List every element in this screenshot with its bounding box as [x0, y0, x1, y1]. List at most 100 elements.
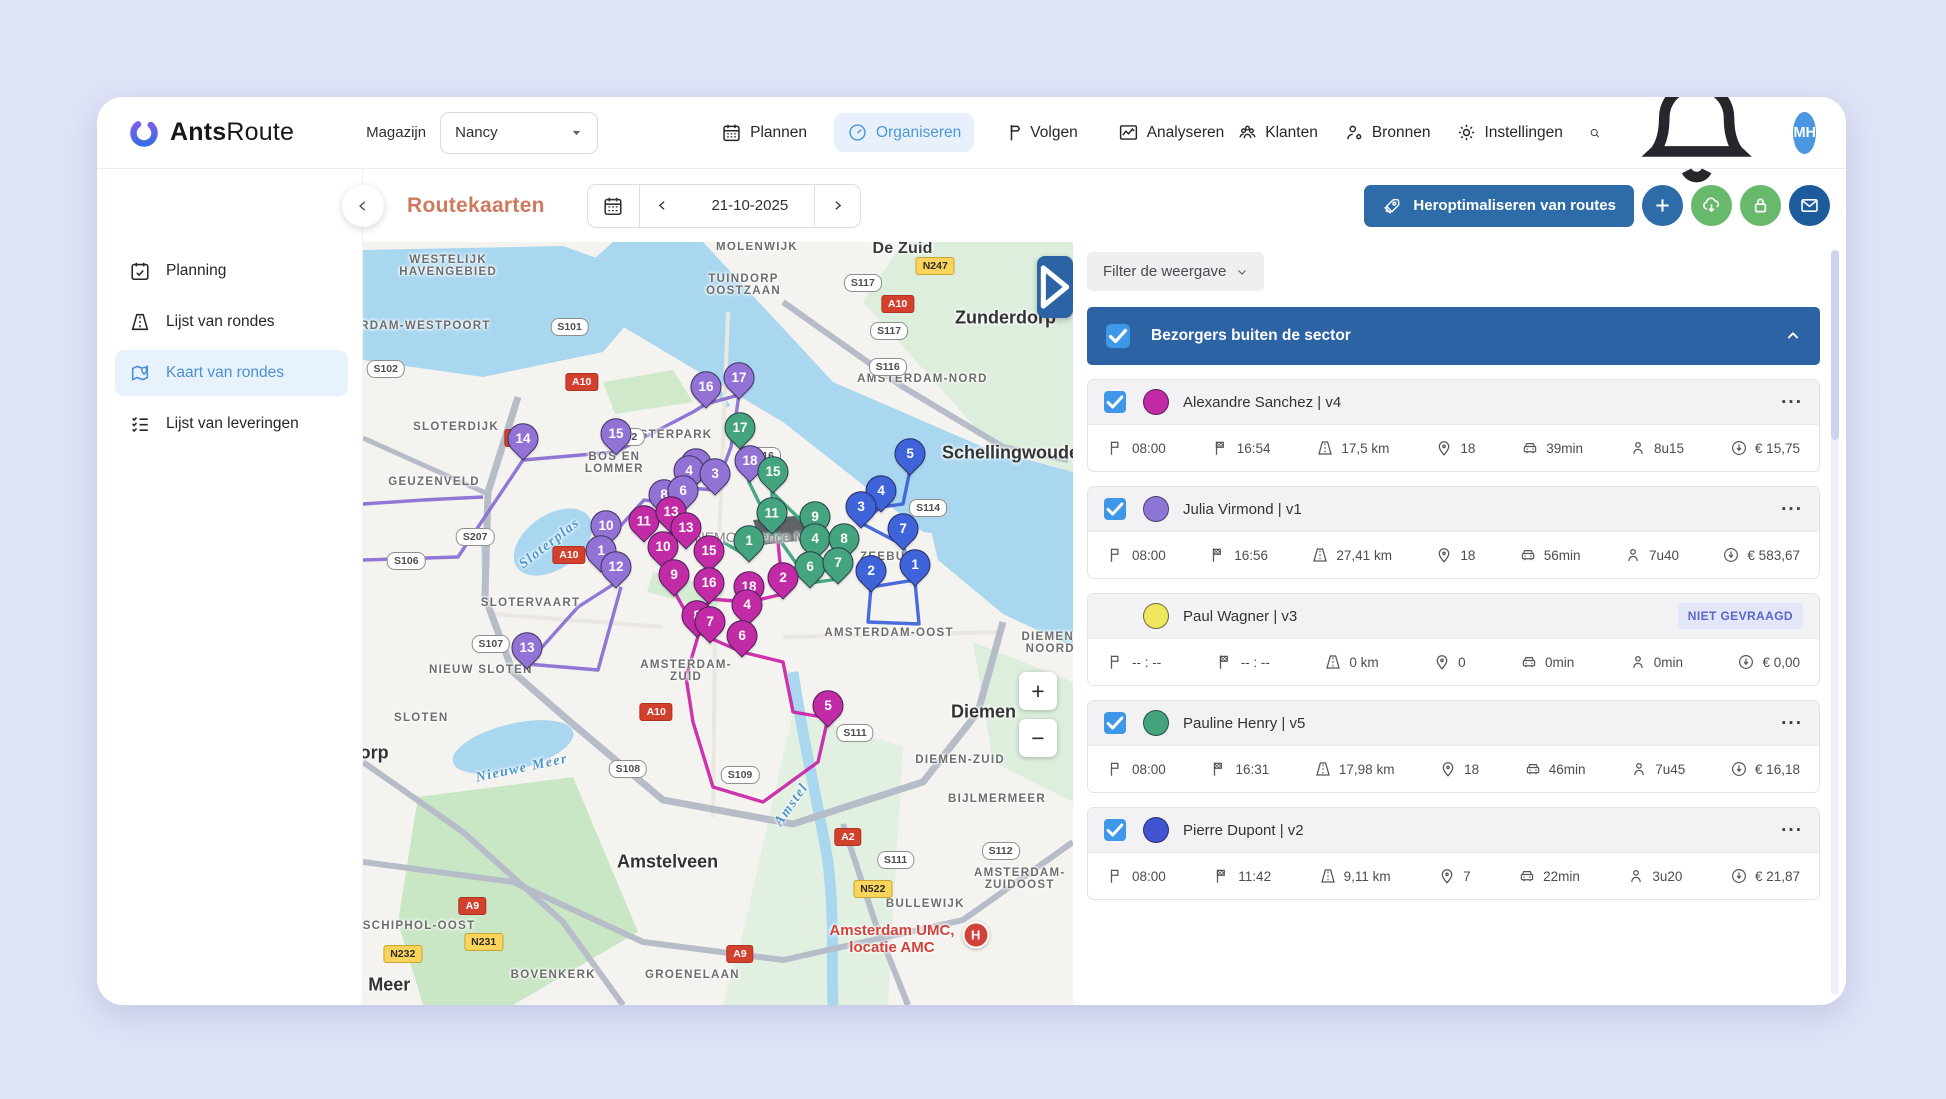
panel-scrollbar — [1831, 250, 1839, 995]
download-routes-button[interactable] — [1691, 185, 1732, 226]
top-navigation-bar: AntsRoute Magazijn Nancy Plannen Organise… — [97, 97, 1846, 183]
marker-number: 6 — [678, 483, 687, 499]
stops-icon — [1435, 546, 1453, 564]
people-icon — [1237, 122, 1258, 143]
cost-icon — [1737, 653, 1755, 671]
marker-number: 4 — [811, 531, 820, 547]
marker-number: 4 — [743, 597, 751, 613]
cloud-download-icon — [1701, 195, 1722, 216]
current-date[interactable]: 21-10-2025 — [686, 185, 814, 227]
nav-item-instellingen[interactable]: Instellingen — [1456, 122, 1563, 143]
driver-menu-button[interactable]: ... — [1781, 709, 1803, 728]
reoptimize-label: Heroptimaliseren van routes — [1413, 197, 1616, 214]
driver-checkbox[interactable] — [1104, 498, 1126, 520]
stat-start-flag: 08:00 — [1107, 867, 1166, 885]
marker-number: 9 — [670, 567, 678, 583]
stat-work-time: 7u40 — [1624, 546, 1679, 564]
tab-analyseren[interactable]: Analyseren — [1105, 113, 1238, 152]
previous-day-button[interactable] — [639, 184, 686, 227]
stat-drive-time: 46min — [1524, 760, 1586, 778]
stat-value: 0min — [1545, 654, 1575, 670]
gauge-icon — [847, 122, 868, 143]
work-time-icon — [1627, 867, 1645, 885]
search-icon[interactable] — [1589, 121, 1600, 145]
nav-item-klanten[interactable]: Klanten — [1237, 122, 1318, 143]
avatar[interactable]: MH — [1793, 111, 1816, 154]
chart-icon — [1118, 122, 1139, 143]
routes-map[interactable]: + − WESTELIJK HAVENGEBIED MOLENWIJK TUINDO… — [363, 242, 1073, 1005]
driver-checkbox[interactable] — [1104, 391, 1126, 413]
driver-checkbox[interactable] — [1104, 819, 1126, 841]
checklist-icon — [129, 413, 151, 435]
stat-start-flag: 08:00 — [1107, 760, 1166, 778]
filter-view-dropdown[interactable]: Filter de weergave — [1087, 252, 1265, 291]
tab-volgen[interactable]: Volgen — [988, 113, 1090, 152]
stat-stops: 18 — [1439, 760, 1479, 778]
nav-item-label: Bronnen — [1371, 123, 1431, 141]
hospital-icon: H — [962, 921, 990, 949]
driver-name: Julia Virmond | v1 — [1183, 500, 1302, 518]
calendar-picker-button[interactable] — [587, 184, 640, 227]
stat-stops: 7 — [1438, 867, 1471, 885]
calendar-icon — [721, 122, 742, 143]
sidebar-item-lijst-van-leveringen[interactable]: Lijst van leveringen — [115, 401, 348, 447]
stat-value: 39min — [1546, 440, 1584, 456]
add-route-button[interactable] — [1642, 185, 1683, 226]
marker-number: 8 — [840, 531, 849, 547]
drivers-section-header[interactable]: Bezorgers buiten de sector — [1087, 307, 1820, 365]
stat-value: € 15,75 — [1754, 440, 1800, 456]
drive-time-icon — [1520, 653, 1538, 671]
nav-item-bronnen[interactable]: Bronnen — [1344, 122, 1431, 143]
main-tabs: Plannen Organiseren Volgen Analyseren — [708, 113, 1237, 152]
workspace-value: Nancy — [455, 124, 498, 141]
lock-routes-button[interactable] — [1740, 185, 1781, 226]
driver-menu-button[interactable]: ... — [1781, 495, 1803, 514]
sidebar-item-kaart-van-rondes[interactable]: Kaart van rondes — [115, 350, 348, 396]
select-all-checkbox[interactable] — [1106, 324, 1130, 348]
app-window: AntsRoute Magazijn Nancy Plannen Organise… — [97, 97, 1846, 1005]
stat-value: € 583,67 — [1747, 547, 1800, 563]
calendar-icon — [602, 195, 624, 217]
chevron-left-icon — [359, 201, 366, 211]
zoom-out-button[interactable]: − — [1019, 719, 1057, 757]
scrollbar-thumb[interactable] — [1831, 250, 1839, 440]
collapse-panel-button[interactable] — [1037, 256, 1073, 318]
stops-icon — [1439, 760, 1457, 778]
stat-value: 7u40 — [1648, 547, 1680, 563]
start-flag-icon — [1107, 439, 1125, 457]
driver-color-dot — [1143, 817, 1169, 843]
send-mail-button[interactable] — [1789, 185, 1830, 226]
stat-value: 18 — [1460, 547, 1476, 563]
driver-stats-row: 08:00 16:54 17,5 km 18 39min 8u15 € 15,75 — [1088, 424, 1819, 471]
collapse-sidebar-button[interactable] — [342, 185, 384, 227]
zoom-in-button[interactable]: + — [1019, 672, 1057, 710]
stat-value: 22min — [1543, 868, 1580, 884]
driver-name: Paul Wagner | v3 — [1183, 607, 1298, 625]
driver-menu-button[interactable]: ... — [1781, 816, 1803, 835]
workspace-select[interactable]: Nancy — [440, 111, 599, 154]
marker-number: 17 — [732, 420, 748, 436]
sidebar-item-planning[interactable]: Planning — [115, 248, 348, 294]
plus-icon — [1652, 195, 1673, 216]
driver-cards-list: Alexandre Sanchez | v4... 08:00 16:54 17,5 … — [1087, 379, 1820, 900]
tab-label: Volgen — [1030, 123, 1078, 141]
stat-work-time: 8u15 — [1629, 439, 1684, 457]
marker-number: 15 — [608, 426, 624, 442]
driver-stats-row: 08:00 16:31 17,98 km 18 46min 7u45 € 16,18 — [1088, 745, 1819, 792]
chevron-up-icon[interactable] — [1785, 328, 1801, 344]
drive-time-icon — [1518, 867, 1536, 885]
reoptimize-routes-button[interactable]: Heroptimaliseren van routes — [1364, 184, 1634, 227]
routes-panel: Filter de weergave Bezorgers buiten de s… — [1073, 242, 1846, 1005]
sidebar-item-lijst-van-rondes[interactable]: Lijst van rondes — [115, 299, 348, 345]
tab-plannen[interactable]: Plannen — [708, 113, 820, 152]
driver-checkbox[interactable] — [1104, 712, 1126, 734]
stat-value: 0 km — [1349, 654, 1379, 670]
stat-start-flag: -- : -- — [1107, 653, 1161, 671]
driver-color-dot — [1143, 496, 1169, 522]
tab-organiseren[interactable]: Organiseren — [834, 113, 975, 152]
next-day-button[interactable] — [813, 184, 860, 227]
driver-menu-button[interactable]: ... — [1781, 388, 1803, 407]
cost-icon — [1722, 546, 1740, 564]
envelope-icon — [1799, 195, 1820, 216]
driver-card: Alexandre Sanchez | v4... 08:00 16:54 17,5 … — [1087, 379, 1820, 472]
